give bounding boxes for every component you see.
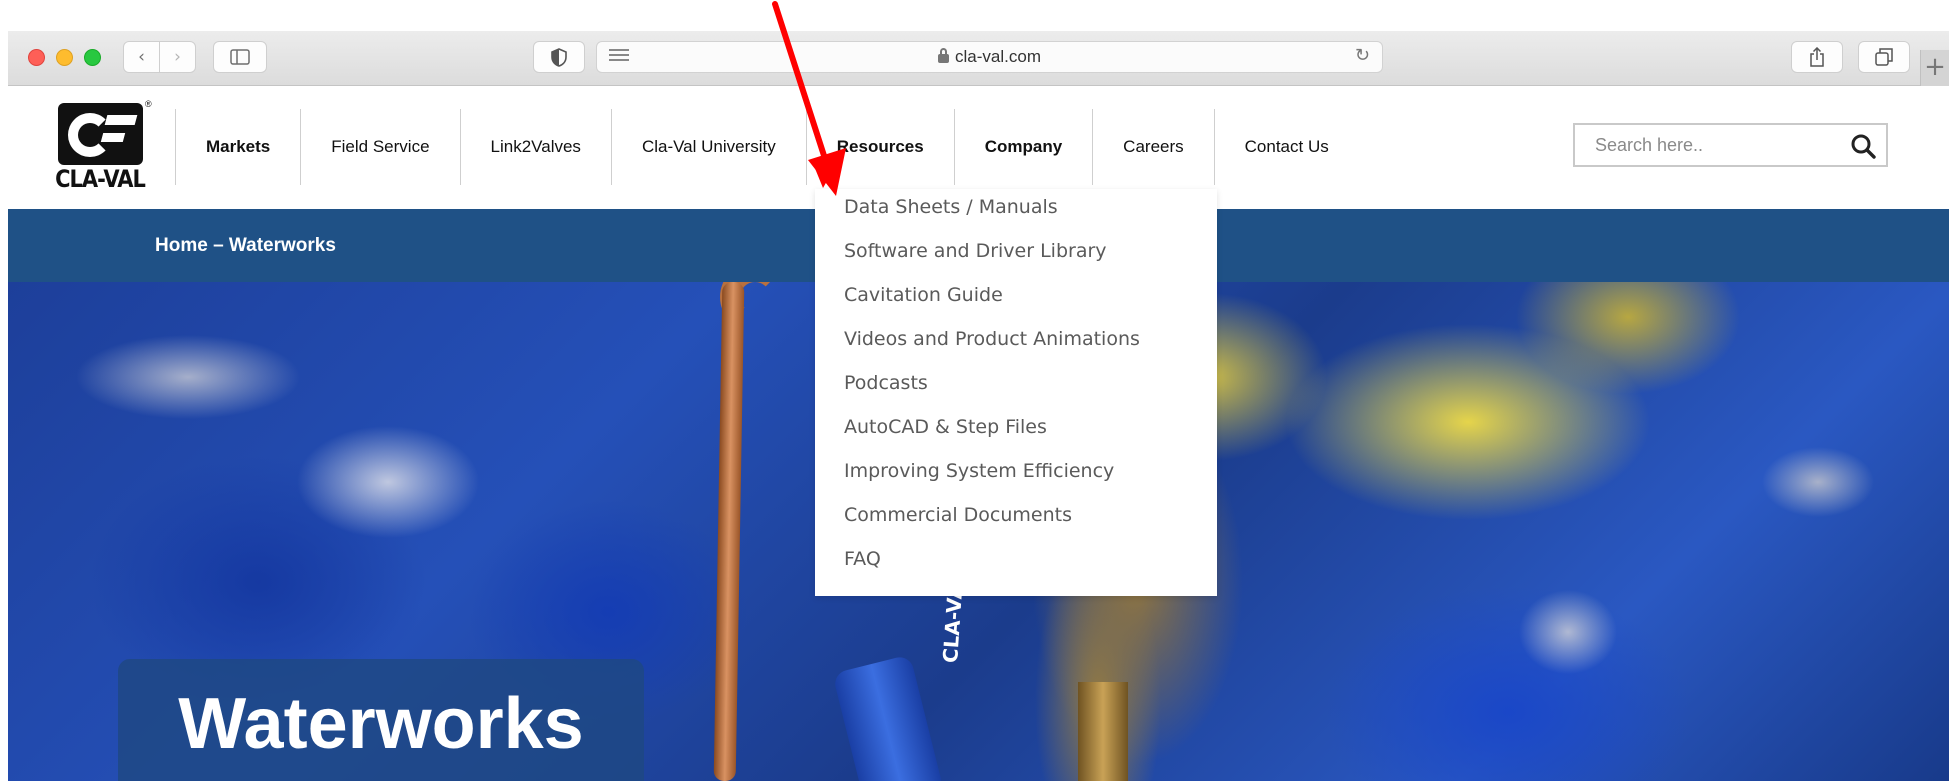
share-icon bbox=[1810, 47, 1824, 67]
nav-item-field-service[interactable]: Field Service bbox=[300, 109, 459, 185]
nav-item-link2valves[interactable]: Link2Valves bbox=[459, 109, 611, 185]
page: ‹ › cla-val.com ↻ + ® CLA-VAL Markets Fi… bbox=[0, 0, 1949, 781]
nav-item-cla-val-university[interactable]: Cla-Val University bbox=[610, 109, 806, 185]
breadcrumb[interactable]: Home – Waterworks bbox=[155, 235, 336, 257]
dropdown-item-improving-efficiency[interactable]: Improving System Efficiency bbox=[815, 453, 1217, 497]
reload-icon[interactable]: ↻ bbox=[1355, 45, 1370, 66]
dropdown-item-data-sheets[interactable]: Data Sheets / Manuals bbox=[815, 189, 1217, 233]
sidebar-toggle-button[interactable] bbox=[213, 41, 267, 73]
hero-title-box: Waterworks bbox=[118, 659, 644, 781]
resources-dropdown: Data Sheets / Manuals Software and Drive… bbox=[815, 189, 1217, 596]
logo-mark bbox=[58, 103, 143, 165]
browser-toolbar: ‹ › cla-val.com ↻ + bbox=[8, 31, 1949, 86]
shield-icon bbox=[551, 47, 567, 67]
search-input[interactable] bbox=[1575, 125, 1835, 165]
copper-pipe bbox=[713, 282, 745, 781]
dropdown-item-videos-animations[interactable]: Videos and Product Animations bbox=[815, 321, 1217, 365]
close-window-icon[interactable] bbox=[28, 49, 45, 66]
minimize-window-icon[interactable] bbox=[56, 49, 73, 66]
back-button[interactable]: ‹ bbox=[123, 41, 160, 73]
nav-item-careers[interactable]: Careers bbox=[1092, 109, 1213, 185]
maximize-window-icon[interactable] bbox=[84, 49, 101, 66]
cla-val-logo[interactable]: ® CLA-VAL bbox=[50, 99, 152, 195]
dropdown-item-podcasts[interactable]: Podcasts bbox=[815, 365, 1217, 409]
tab-overview-button[interactable] bbox=[1858, 41, 1910, 73]
url-text: cla-val.com bbox=[955, 47, 1041, 66]
chevron-left-icon: ‹ bbox=[138, 47, 145, 67]
plus-icon: + bbox=[1924, 52, 1946, 82]
tabs-icon bbox=[1875, 48, 1893, 66]
search-icon[interactable] bbox=[1850, 133, 1876, 159]
nav-item-contact-us[interactable]: Contact Us bbox=[1213, 109, 1359, 185]
logo-text: CLA-VAL bbox=[55, 165, 146, 193]
main-nav: Markets Field Service Link2Valves Cla-Va… bbox=[175, 109, 1359, 185]
privacy-report-button[interactable] bbox=[533, 41, 585, 73]
lock-icon bbox=[938, 47, 950, 63]
share-button[interactable] bbox=[1791, 41, 1843, 73]
new-tab-button[interactable]: + bbox=[1920, 50, 1949, 86]
site-search bbox=[1573, 123, 1888, 167]
dropdown-item-commercial-documents[interactable]: Commercial Documents bbox=[815, 497, 1217, 541]
nav-item-company[interactable]: Company bbox=[953, 109, 1092, 185]
hero-title: Waterworks bbox=[178, 684, 584, 764]
brass-valve-stem bbox=[1078, 682, 1128, 781]
chevron-right-icon: › bbox=[174, 47, 181, 67]
forward-button[interactable]: › bbox=[159, 41, 196, 73]
dropdown-item-cavitation-guide[interactable]: Cavitation Guide bbox=[815, 277, 1217, 321]
nav-item-resources[interactable]: Resources bbox=[805, 109, 954, 185]
dropdown-item-software-driver-library[interactable]: Software and Driver Library bbox=[815, 233, 1217, 277]
reader-icon[interactable] bbox=[609, 49, 629, 65]
blue-valve-handle bbox=[832, 654, 944, 781]
dropdown-item-faq[interactable]: FAQ bbox=[815, 541, 1217, 585]
nav-item-markets[interactable]: Markets bbox=[175, 109, 300, 185]
address-bar[interactable]: cla-val.com ↻ bbox=[596, 41, 1383, 73]
dropdown-item-autocad-step-files[interactable]: AutoCAD & Step Files bbox=[815, 409, 1217, 453]
sidebar-icon bbox=[230, 49, 250, 65]
